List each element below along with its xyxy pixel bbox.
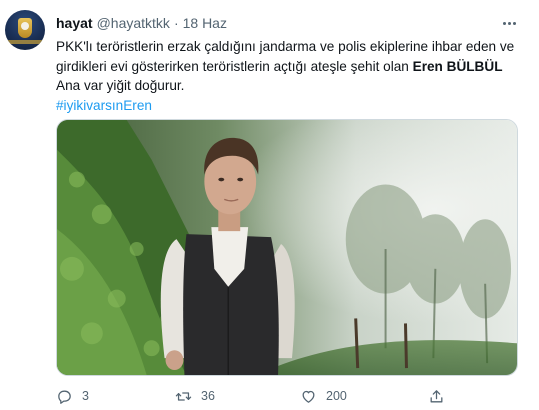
avatar-stripe [7, 40, 43, 44]
tweet-date[interactable]: 18 Haz [183, 15, 227, 31]
heart-icon [302, 390, 315, 403]
tweet-text: PKK'lı teröristlerin erzak çaldığını jan… [56, 37, 526, 115]
hashtag-link[interactable]: #iyikivarsınEren [56, 96, 526, 116]
tweet-header: hayat @hayatktkk · 18 Haz [56, 13, 227, 33]
separator-dot: · [173, 15, 179, 31]
like-button[interactable]: 200 [300, 386, 347, 406]
tweet-actions: 3 36 200 [56, 386, 516, 406]
tweet-bold-name: Eren BÜLBÜL [412, 58, 503, 74]
reply-button[interactable]: 3 [56, 386, 89, 406]
retweet-count: 36 [201, 389, 215, 403]
reply-icon [58, 390, 71, 404]
avatar[interactable] [5, 10, 45, 50]
author-name[interactable]: hayat [56, 15, 93, 31]
tweet-photo[interactable] [56, 119, 518, 376]
retweet-button[interactable]: 36 [175, 386, 215, 406]
reply-count: 3 [82, 389, 89, 403]
share-button[interactable] [428, 386, 445, 406]
share-icon [430, 389, 443, 402]
retweet-icon [175, 391, 192, 401]
tweet-text-line: PKK'lı teröristlerin erzak çaldığını jan… [56, 39, 515, 54]
photo-image [57, 120, 517, 375]
tweet-text-segment: girdikleri evi gösterirken teröristlerin… [56, 58, 413, 74]
avatar-emblem-center [21, 22, 29, 30]
like-count: 200 [326, 389, 347, 403]
tweet[interactable]: hayat @hayatktkk · 18 Haz PKK'lı teröris… [0, 0, 539, 410]
tweet-text-line: Ana var yiğit doğurur. [56, 78, 185, 93]
more-dots-icon[interactable] [499, 13, 519, 33]
author-handle[interactable]: @hayatktkk [97, 15, 170, 31]
tweet-text-line: girdikleri evi gösterirken teröristlerin… [56, 57, 526, 77]
